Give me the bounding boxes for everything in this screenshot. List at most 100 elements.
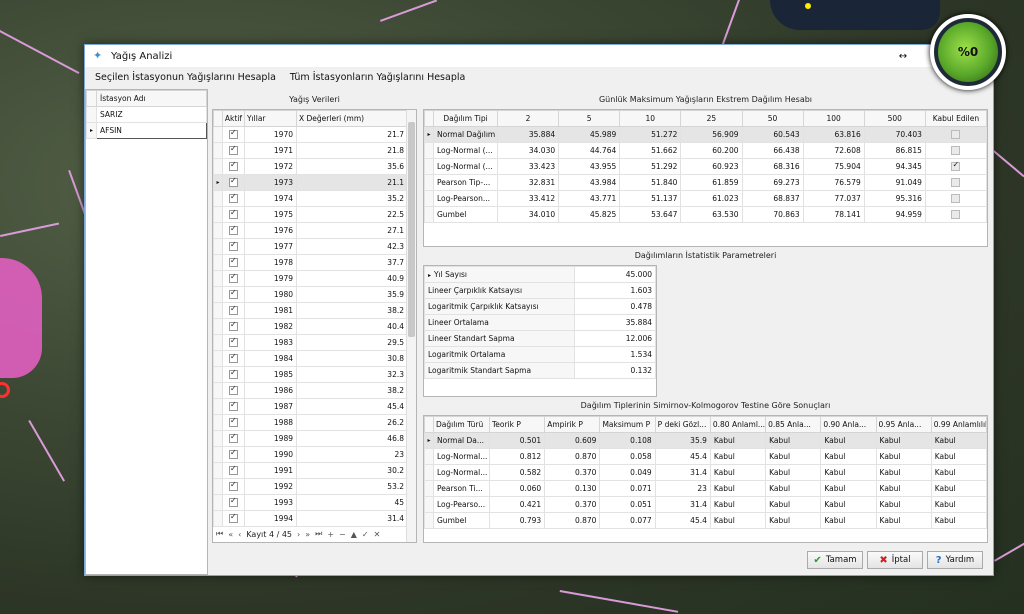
dist-type-cell[interactable]: Gumbel [433,206,498,223]
table-row[interactable]: 197837.7 [213,254,408,271]
value-cell[interactable]: 40.9 [296,270,408,287]
year-cell[interactable]: 1987 [244,398,297,415]
ks-value-cell[interactable]: Kabul [709,480,767,497]
menu-calc-selected[interactable]: Seçilen İstasyonun Yağışlarını Hesapla [95,72,276,83]
ok-button[interactable]: ✔ Tamam [807,551,863,569]
table-row[interactable]: SARIZ [86,106,207,123]
aktif-cell[interactable] [222,478,245,495]
table-row[interactable]: 198138.2 [213,302,408,319]
check-icon[interactable]: ✓ [362,530,369,539]
value-cell[interactable]: 31.4 [296,510,408,527]
dist-value-cell[interactable]: 68.316 [741,158,804,175]
year-cell[interactable]: 1982 [244,318,297,335]
year-cell[interactable]: 1986 [244,382,297,399]
ks-value-cell[interactable]: Kabul [820,480,877,497]
aktif-checkbox[interactable] [229,448,238,460]
dist-type-cell[interactable]: Normal Dağılım [433,126,498,143]
aktif-cell[interactable] [222,446,245,463]
value-cell[interactable]: 21.1 [296,174,408,191]
value-cell[interactable]: 40.4 [296,318,408,335]
value-cell[interactable]: 46.8 [296,430,408,447]
dist-value-cell[interactable]: 86.815 [863,142,926,159]
dist-value-cell[interactable]: 60.200 [680,142,743,159]
ks-value-cell[interactable]: 0.812 [488,448,546,465]
dist-value-cell[interactable]: 66.438 [741,142,804,159]
table-row[interactable]: 198638.2 [213,382,408,399]
aktif-cell[interactable] [222,494,245,511]
accepted-cell[interactable] [924,158,988,175]
ks-value-cell[interactable]: 23 [654,480,711,497]
stat-value[interactable]: 45.000 [574,266,656,283]
ks-value-cell[interactable]: Kabul [765,448,822,465]
aktif-checkbox[interactable] [229,176,238,188]
year-cell[interactable]: 1993 [244,494,297,511]
ks-value-cell[interactable]: 35.9 [654,432,711,449]
ks-value-cell[interactable]: Kabul [765,496,822,513]
ks-value-cell[interactable]: 0.793 [488,512,546,529]
stat-value[interactable]: 0.132 [574,362,656,379]
dist-value-cell[interactable]: 32.831 [496,174,560,191]
dist-value-cell[interactable]: 75.904 [802,158,865,175]
ks-value-cell[interactable]: 0.051 [599,496,656,513]
table-row[interactable]: 198532.3 [213,366,408,383]
stat-value[interactable]: 12.006 [574,330,656,347]
table-row[interactable]: Lineer Ortalama 35.884 [424,314,656,331]
value-cell[interactable]: 45 [296,494,408,511]
next-record-icon[interactable]: › [297,530,300,539]
stat-value[interactable]: 1.603 [574,282,656,299]
dist-value-cell[interactable]: 33.423 [496,158,560,175]
ks-value-cell[interactable]: 0.501 [488,432,546,449]
dist-value-cell[interactable]: 43.984 [558,174,621,191]
table-row[interactable]: 199431.4 [213,510,408,527]
dist-value-cell[interactable]: 53.647 [619,206,682,223]
dist-value-cell[interactable]: 61.859 [680,174,743,191]
last-record-icon[interactable]: ⏭ [315,529,322,539]
aktif-cell[interactable] [222,286,245,303]
value-cell[interactable]: 37.7 [296,254,408,271]
dist-value-cell[interactable]: 35.884 [496,126,560,143]
aktif-cell[interactable] [222,126,245,143]
up-icon[interactable]: ▲ [351,530,357,539]
ks-value-cell[interactable]: Kabul [930,432,988,449]
ks-value-cell[interactable]: Kabul [875,448,932,465]
aktif-checkbox[interactable] [229,368,238,380]
aktif-checkbox[interactable] [229,272,238,284]
ks-type-cell[interactable]: Log-Normal... [433,464,490,481]
rain-scrollbar[interactable] [406,110,416,542]
ks-value-cell[interactable]: 0.609 [544,432,601,449]
value-cell[interactable]: 35.9 [296,286,408,303]
table-row[interactable]: 198826.2 [213,414,408,431]
accepted-cell[interactable] [924,190,988,207]
dist-value-cell[interactable]: 63.530 [680,206,743,223]
dist-value-cell[interactable]: 51.662 [619,142,682,159]
table-row[interactable]: 198430.8 [213,350,408,367]
menu-calc-all[interactable]: Tüm İstasyonların Yağışlarını Hesapla [290,72,465,83]
table-row[interactable]: Log-Normal... 0.812 0.870 0.058 45.4 Kabul Kab… [424,448,988,465]
ks-value-cell[interactable]: Kabul [820,496,877,513]
cancel-icon[interactable]: ✕ [374,530,381,539]
aktif-cell[interactable] [222,414,245,431]
table-row[interactable]: 198240.4 [213,318,408,335]
ks-value-cell[interactable]: 0.370 [544,496,601,513]
year-cell[interactable]: 1971 [244,142,297,159]
ks-value-cell[interactable]: 0.421 [488,496,546,513]
aktif-checkbox[interactable] [229,144,238,156]
aktif-cell[interactable] [222,206,245,223]
ks-value-cell[interactable]: 0.077 [599,512,656,529]
aktif-checkbox[interactable] [229,224,238,236]
ks-value-cell[interactable]: 0.060 [488,480,546,497]
accepted-cell[interactable] [924,126,988,143]
aktif-cell[interactable] [222,302,245,319]
dist-value-cell[interactable]: 34.010 [496,206,560,223]
aktif-cell[interactable] [222,462,245,479]
year-cell[interactable]: 1990 [244,446,297,463]
ks-value-cell[interactable]: Kabul [875,512,932,529]
year-cell[interactable]: 1978 [244,254,297,271]
ks-value-cell[interactable]: 45.4 [654,448,711,465]
year-cell[interactable]: 1970 [244,126,297,143]
ks-value-cell[interactable]: Kabul [930,464,988,481]
ks-value-cell[interactable]: Kabul [765,512,822,529]
value-cell[interactable]: 21.7 [296,126,408,143]
table-row[interactable]: Lineer Çarpıklık Katsayısı 1.603 [424,282,656,299]
accepted-checkbox[interactable] [951,194,961,204]
